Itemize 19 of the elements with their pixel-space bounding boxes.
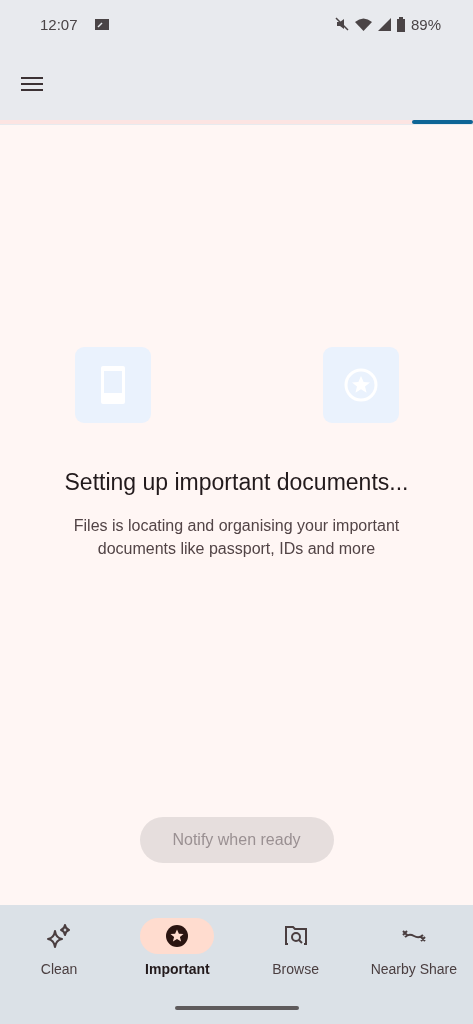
folder-search-icon: [283, 925, 308, 947]
description: Files is locating and organising your important documents like passport, IDs and more: [72, 516, 401, 559]
nav-tab-label[interactable]: Important: [145, 961, 210, 977]
notification-icon: [93, 17, 110, 31]
wifi-icon: [354, 17, 372, 31]
nav-tab-label[interactable]: Clean: [40, 961, 78, 977]
star-circle-icon: [165, 924, 190, 948]
nav-tab-label[interactable]: Browse: [272, 961, 319, 977]
status-time: 12:07: [40, 15, 78, 33]
menu-icon[interactable]: [21, 77, 43, 91]
nav-tab-indicator[interactable]: [140, 918, 215, 954]
battery-percent: 89%: [410, 15, 441, 33]
signal-icon: [377, 17, 391, 31]
battery-icon: [396, 16, 405, 32]
heading: Setting up important documents...: [64, 469, 409, 496]
nearby-share-icon: [401, 929, 426, 943]
nav-tab-label[interactable]: Nearby Share: [370, 961, 458, 977]
sparkle-icon: [46, 924, 73, 948]
mute-icon: [334, 17, 349, 31]
